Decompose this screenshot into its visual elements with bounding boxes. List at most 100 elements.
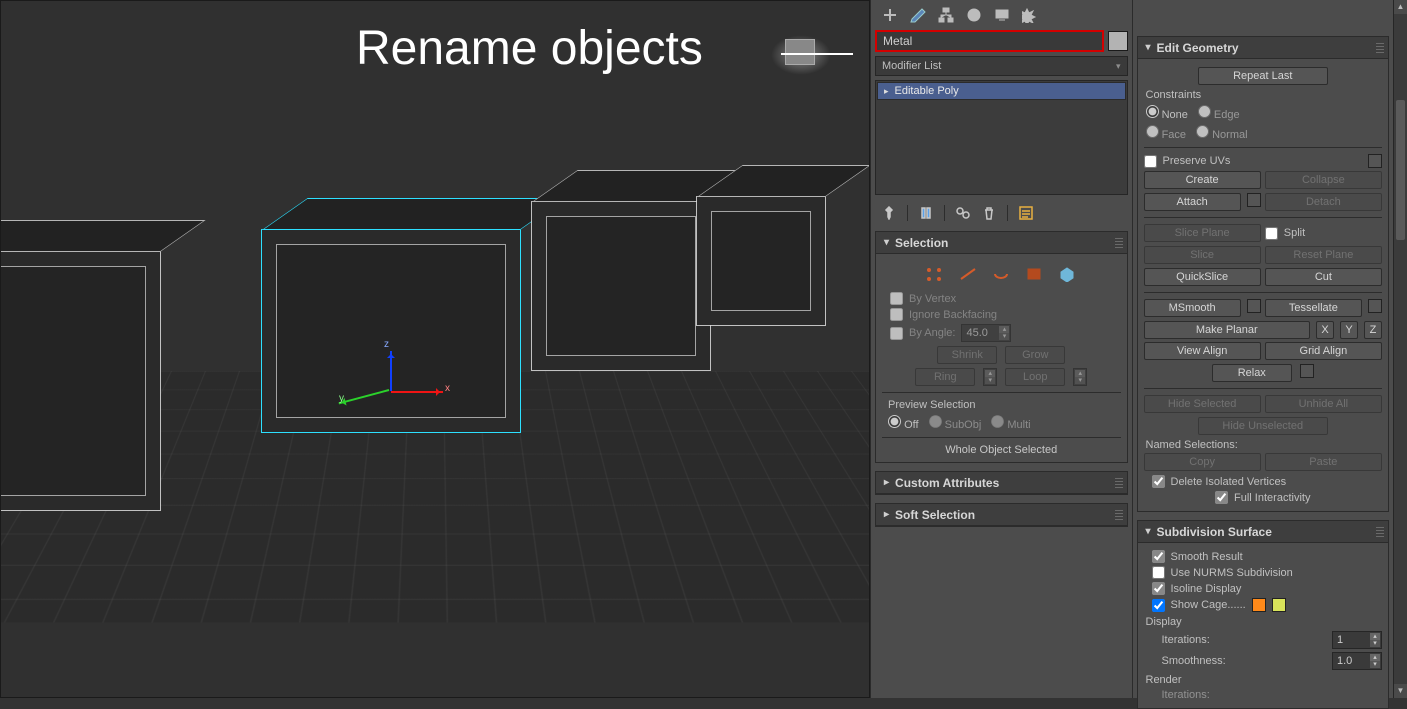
scroll-up-icon[interactable]: ▲ (1394, 0, 1407, 14)
rollout-header-subdivision[interactable]: Subdivision Surface (1138, 521, 1389, 543)
rollout-header-edit-geometry[interactable]: Edit Geometry (1138, 37, 1389, 59)
annotation-text: Rename objects (356, 21, 703, 76)
slice-button: Slice (1144, 246, 1261, 264)
view-align-button[interactable]: View Align (1144, 342, 1261, 360)
make-planar-button[interactable]: Make Planar (1144, 321, 1311, 339)
rollout-title: Soft Selection (895, 508, 975, 522)
modifier-list-dropdown[interactable]: Modifier List (875, 56, 1128, 76)
remove-modifier-icon[interactable] (981, 205, 997, 221)
quickslice-button[interactable]: QuickSlice (1144, 268, 1261, 286)
scroll-thumb[interactable] (1396, 100, 1405, 240)
ignore-backfacing-checkbox (890, 308, 903, 321)
selection-status: Whole Object Selected (882, 444, 1121, 456)
iterations-spinner[interactable]: 1 (1332, 631, 1382, 649)
rollout-grip[interactable] (1115, 510, 1123, 520)
rollout-grip[interactable] (1376, 43, 1384, 53)
rollout-title: Subdivision Surface (1157, 525, 1272, 539)
planar-z-button[interactable]: Z (1364, 321, 1382, 339)
subobj-edge-icon[interactable] (956, 264, 980, 284)
by-angle-spinner: 45.0 (961, 324, 1011, 342)
render-group-label: Render (1146, 674, 1383, 686)
tab-utilities-icon[interactable] (1021, 6, 1039, 24)
repeat-last-button[interactable]: Repeat Last (1198, 67, 1328, 85)
scene-box-selected[interactable] (261, 229, 521, 433)
preserve-uvs-checkbox[interactable] (1144, 155, 1157, 168)
isoline-label: Isoline Display (1171, 583, 1242, 595)
object-name-input[interactable] (875, 30, 1104, 52)
smoothness-spinner[interactable]: 1.0 (1332, 652, 1382, 670)
tessellate-settings-icon[interactable] (1368, 299, 1382, 313)
scene-box-3[interactable] (531, 201, 711, 371)
subobj-polygon-icon[interactable] (1022, 264, 1046, 284)
relax-button[interactable]: Relax (1212, 364, 1292, 382)
tab-modify-icon[interactable] (909, 6, 927, 24)
preview-off-radio[interactable] (888, 415, 901, 428)
relax-settings-icon[interactable] (1300, 364, 1314, 378)
rollout-header-soft-selection[interactable]: Soft Selection (876, 504, 1127, 526)
preserve-uvs-settings-icon[interactable] (1368, 154, 1382, 168)
render-iterations-label: Iterations: (1162, 689, 1210, 701)
iterations-value: 1 (1337, 634, 1343, 646)
by-vertex-checkbox (890, 292, 903, 305)
attach-button[interactable]: Attach (1144, 193, 1241, 211)
scene-box-1[interactable] (0, 251, 161, 511)
viewport[interactable]: x y z Rename objects (0, 0, 870, 698)
hide-selected-button: Hide Selected (1144, 395, 1261, 413)
slice-plane-button: Slice Plane (1144, 224, 1261, 242)
preview-selection-label: Preview Selection (888, 399, 1121, 411)
constraint-edge-radio[interactable] (1198, 105, 1211, 118)
configure-modifier-sets-icon[interactable] (1018, 205, 1034, 221)
rollout-grip[interactable] (1115, 238, 1123, 248)
scroll-down-icon[interactable]: ▼ (1394, 684, 1407, 698)
subobj-element-icon[interactable] (1055, 264, 1079, 284)
stack-toolbar (871, 199, 1132, 227)
scene-box-4[interactable] (696, 196, 826, 326)
use-nurms-checkbox[interactable] (1152, 566, 1165, 579)
delete-iso-checkbox[interactable] (1152, 475, 1165, 488)
msmooth-settings-icon[interactable] (1247, 299, 1261, 313)
detach-button: Detach (1265, 193, 1382, 211)
separator (944, 205, 945, 221)
grid-align-button[interactable]: Grid Align (1265, 342, 1382, 360)
cage-color-2[interactable] (1272, 598, 1286, 612)
isoline-display-checkbox[interactable] (1152, 582, 1165, 595)
rollout-header-selection[interactable]: Selection (876, 232, 1127, 254)
modifier-stack[interactable]: Editable Poly (875, 80, 1128, 195)
rollout-grip[interactable] (1376, 527, 1384, 537)
constraint-none-radio[interactable] (1146, 105, 1159, 118)
full-interactivity-checkbox[interactable] (1215, 491, 1228, 504)
constraint-face-radio[interactable] (1146, 125, 1159, 138)
subobj-vertex-icon[interactable] (923, 264, 947, 284)
split-checkbox[interactable] (1265, 227, 1278, 240)
show-cage-checkbox[interactable] (1152, 599, 1165, 612)
msmooth-button[interactable]: MSmooth (1144, 299, 1241, 317)
object-color-swatch[interactable] (1108, 31, 1128, 51)
panel-scrollbar[interactable]: ▲ ▼ (1393, 0, 1407, 698)
rollout-custom-attributes: Custom Attributes (875, 471, 1128, 495)
tessellate-button[interactable]: Tessellate (1265, 299, 1362, 317)
full-interactivity-label: Full Interactivity (1234, 492, 1310, 504)
preview-subobj-radio (929, 415, 942, 428)
planar-y-button[interactable]: Y (1340, 321, 1358, 339)
show-end-result-icon[interactable] (918, 205, 934, 221)
pin-stack-icon[interactable] (881, 205, 897, 221)
create-button[interactable]: Create (1144, 171, 1261, 189)
constraint-normal-radio[interactable] (1196, 125, 1209, 138)
preview-off-label: Off (904, 419, 918, 431)
planar-x-button[interactable]: X (1316, 321, 1334, 339)
cage-color-1[interactable] (1252, 598, 1266, 612)
make-unique-icon[interactable] (955, 205, 971, 221)
smooth-result-checkbox[interactable] (1152, 550, 1165, 563)
stack-item-editable-poly[interactable]: Editable Poly (877, 82, 1126, 100)
tab-motion-icon[interactable] (965, 6, 983, 24)
cut-button[interactable]: Cut (1265, 268, 1382, 286)
tab-display-icon[interactable] (993, 6, 1011, 24)
tab-create-icon[interactable] (881, 6, 899, 24)
tab-hierarchy-icon[interactable] (937, 6, 955, 24)
rollout-header-custom-attributes[interactable]: Custom Attributes (876, 472, 1127, 494)
edit-geometry-panel: Edit Geometry Repeat Last Constraints No… (1132, 0, 1407, 698)
constraint-none-label: None (1162, 109, 1188, 121)
rollout-grip[interactable] (1115, 478, 1123, 488)
attach-settings-icon[interactable] (1247, 193, 1261, 207)
subobj-border-icon[interactable] (989, 264, 1013, 284)
